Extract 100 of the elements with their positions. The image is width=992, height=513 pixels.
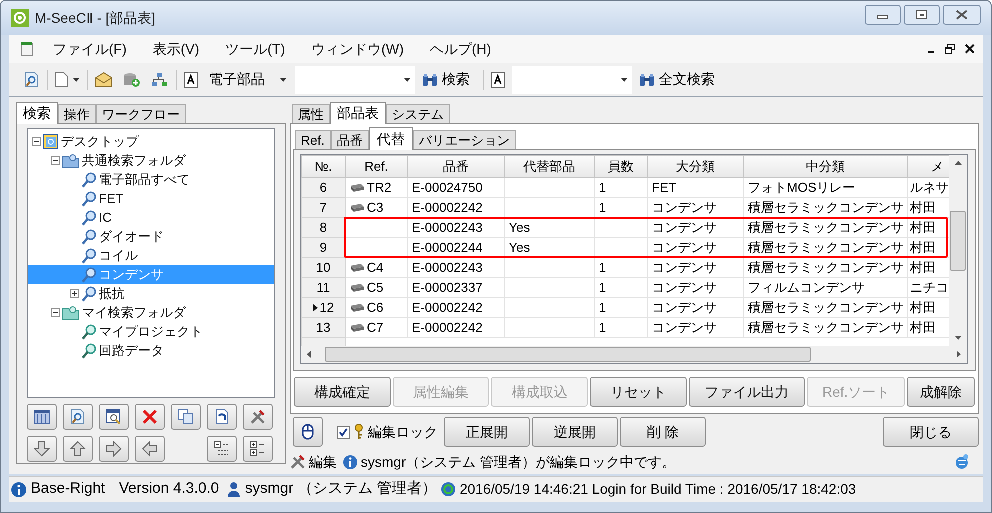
tree-item[interactable]: 電子部品すべて: [99, 170, 190, 189]
envelope-icon: [95, 72, 113, 88]
tree-item[interactable]: FET: [99, 189, 124, 208]
grid-view-button[interactable]: [27, 404, 57, 430]
sub-tab[interactable]: Ref.: [295, 130, 331, 149]
collapse-all-button[interactable]: [207, 436, 237, 462]
mdi-restore-button[interactable]: [945, 44, 955, 54]
panel-tab[interactable]: 検索: [16, 102, 58, 124]
tree-item[interactable]: 共通検索フォルダ: [82, 151, 186, 170]
tree-item[interactable]: コイル: [99, 246, 138, 265]
expand-icon: [70, 289, 79, 298]
view-tab[interactable]: システム: [386, 104, 450, 123]
view-tab[interactable]: 部品表: [330, 102, 386, 124]
minimize-button[interactable]: [865, 5, 901, 25]
action-button[interactable]: リセット: [590, 377, 687, 407]
tree-item[interactable]: デスクトップ: [61, 132, 139, 151]
magnifier-icon: [81, 228, 97, 244]
vertical-scrollbar[interactable]: [949, 155, 967, 346]
table-cell: E-00002242: [412, 200, 483, 214]
maximize-button[interactable]: [904, 5, 940, 25]
table-cell: C4: [367, 258, 384, 276]
search-input-field[interactable]: [295, 66, 415, 94]
delete-icon: [142, 409, 158, 425]
sub-tab[interactable]: バリエーション: [412, 130, 516, 149]
table-cell: TR2: [367, 178, 392, 196]
table-cell: 積層セラミックコンデンサ: [748, 260, 904, 274]
sub-tab[interactable]: 代替: [368, 127, 413, 150]
fulltext-search-button[interactable]: 全文検索: [636, 68, 718, 92]
move-left-button[interactable]: [135, 436, 165, 462]
table-cell: 村田: [910, 320, 936, 334]
delete-button[interactable]: [135, 404, 165, 430]
category-dropdown[interactable]: 電子部品: [205, 66, 291, 92]
panel-tab[interactable]: ワークフロー: [96, 104, 186, 123]
preview-button[interactable]: [99, 404, 129, 430]
tree-item[interactable]: 抵抗: [99, 284, 125, 303]
column-header[interactable]: 中分類: [744, 156, 908, 178]
search-document-button[interactable]: [63, 404, 93, 430]
magnifier-icon: [81, 248, 97, 264]
table-cell: E-00002242: [412, 300, 483, 314]
table-cell: コンデンサ: [652, 320, 717, 334]
action-button[interactable]: 成解除: [907, 377, 975, 407]
menu-item[interactable]: ウィンドウ(W): [311, 38, 404, 60]
menu-item[interactable]: ファイル(F): [53, 38, 127, 60]
fulltext-input-field[interactable]: [512, 66, 632, 94]
mdi-close-button[interactable]: [965, 44, 975, 54]
view-tab[interactable]: 属性: [292, 104, 330, 123]
action-button[interactable]: 構成確定: [294, 377, 391, 407]
search-button[interactable]: 検索: [419, 68, 479, 92]
scrollbar-thumb[interactable]: [950, 211, 966, 271]
move-right-button[interactable]: [99, 436, 129, 462]
menu-item[interactable]: ヘルプ(H): [430, 38, 492, 60]
column-header[interactable]: Ref.: [346, 156, 408, 178]
menu-item[interactable]: 表示(V): [152, 38, 200, 60]
tree-item[interactable]: マイ検索フォルダ: [82, 303, 186, 322]
column-header[interactable]: 大分類: [648, 156, 744, 178]
column-header[interactable]: 員数: [594, 156, 648, 178]
copy-button[interactable]: [171, 404, 201, 430]
column-header[interactable]: 品番: [408, 156, 504, 178]
font-icon: [184, 72, 198, 88]
login-time-label: 2016/05/19 14:46:21 Login for Build Time : 2016/05/17 18:42:03: [460, 480, 856, 499]
row-number: 11: [316, 278, 330, 296]
expand-action-button[interactable]: 逆展開: [532, 417, 618, 447]
scrollbar-thumb[interactable]: [325, 347, 811, 362]
table-cell: 1: [599, 200, 606, 214]
row-number: 8: [320, 218, 328, 236]
expand-action-button[interactable]: 削 除: [620, 417, 706, 447]
collapse-icon: [32, 137, 41, 146]
checkbox[interactable]: [337, 426, 350, 438]
tree-item[interactable]: 回路データ: [99, 341, 164, 360]
close-panel-button[interactable]: 閉じる: [883, 417, 979, 447]
expand-all-button[interactable]: [243, 436, 273, 462]
horizontal-scrollbar[interactable]: [301, 346, 967, 363]
sub-tab[interactable]: 品番: [330, 130, 369, 149]
table-cell: C5: [367, 278, 384, 296]
panel-tab[interactable]: 操作: [58, 104, 96, 123]
move-down-button[interactable]: [27, 436, 57, 462]
menu-item[interactable]: ツール(T): [226, 38, 286, 60]
checkbox-label[interactable]: 編集ロック: [368, 422, 438, 442]
column-header[interactable]: メ: [908, 156, 949, 178]
move-up-button[interactable]: [63, 436, 93, 462]
expand-action-button[interactable]: 正展開: [444, 417, 530, 447]
table-cell: E-00002244: [412, 240, 483, 254]
scroll-right-icon: [957, 351, 961, 358]
maximize-icon: [916, 10, 928, 20]
tree-item[interactable]: IC: [99, 208, 112, 227]
tools-button[interactable]: [243, 404, 273, 430]
table-cell: 積層セラミックコンデンサ: [748, 200, 904, 214]
refresh-button[interactable]: [207, 404, 237, 430]
dropdown-arrow-icon: [621, 78, 628, 82]
table-cell: コンデンサ: [652, 260, 717, 274]
action-button[interactable]: ファイル出力: [688, 377, 806, 407]
logo-icon: [11, 9, 29, 27]
close-button[interactable]: [943, 5, 981, 25]
tree-item[interactable]: マイプロジェクト: [99, 322, 203, 341]
arrow-icon: [106, 441, 122, 457]
tree-item[interactable]: ダイオード: [99, 227, 164, 246]
column-header[interactable]: №.: [302, 156, 346, 178]
mouse-button[interactable]: [293, 417, 323, 447]
magnifier-icon: [81, 266, 97, 282]
column-header[interactable]: 代替部品: [504, 156, 594, 178]
